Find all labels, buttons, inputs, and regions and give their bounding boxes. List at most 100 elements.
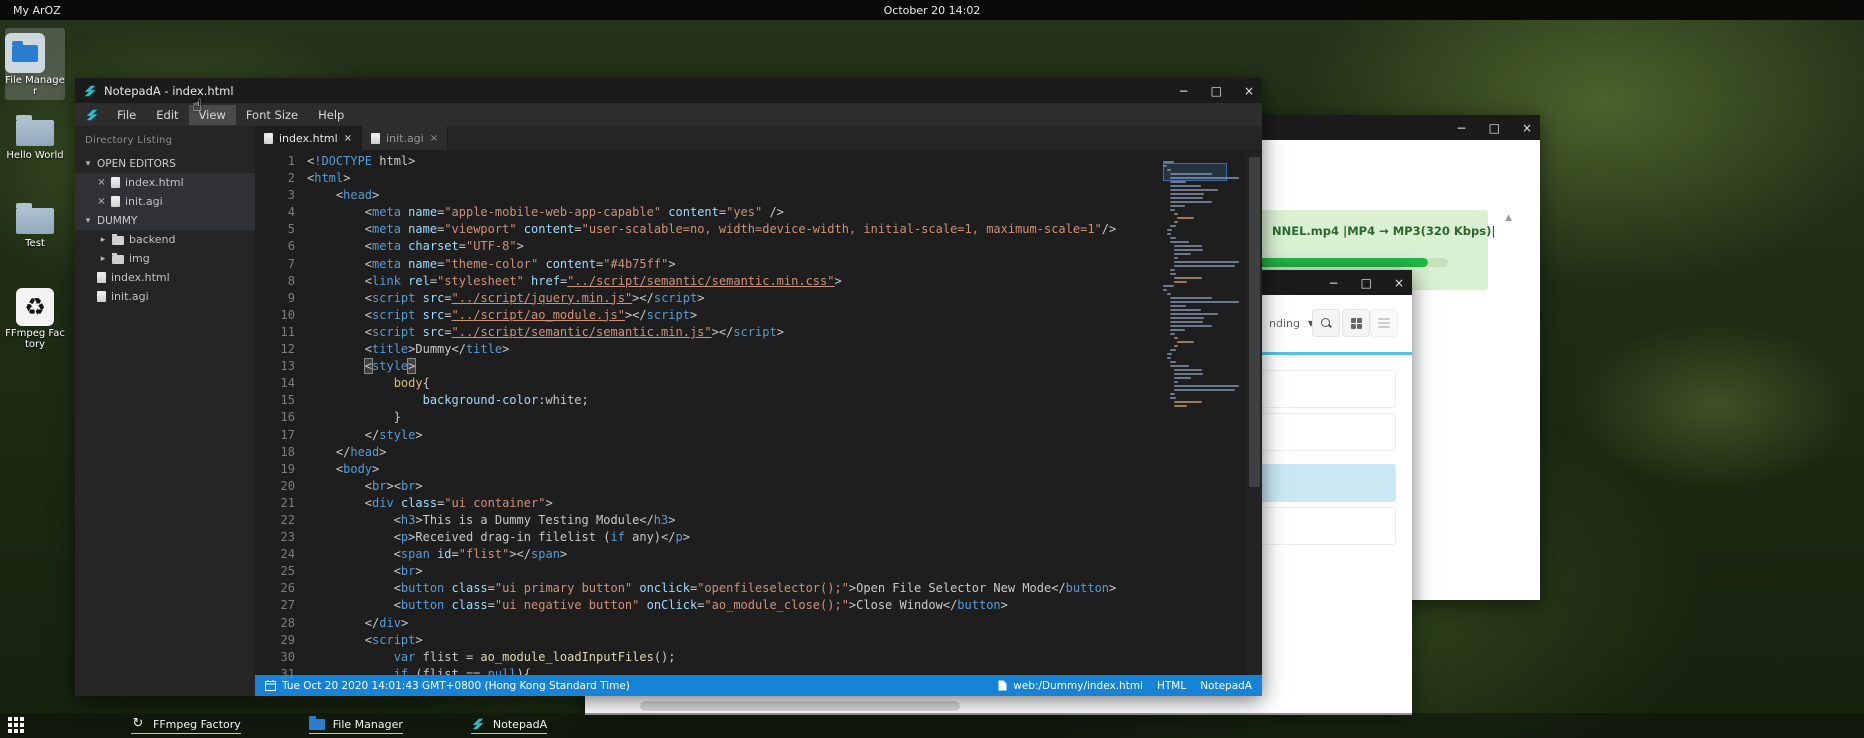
status-filepath[interactable]: web:/Dummy/index.html bbox=[1013, 680, 1143, 692]
close-icon[interactable]: × bbox=[344, 133, 352, 144]
code-line[interactable]: </div> bbox=[307, 615, 1161, 632]
menu-file[interactable]: File bbox=[107, 105, 146, 125]
code-line[interactable]: </head> bbox=[307, 444, 1161, 461]
code-line[interactable]: </style> bbox=[307, 427, 1161, 444]
close-icon[interactable]: × bbox=[430, 133, 438, 144]
sidebar-item-init-agi[interactable]: ×init.agi bbox=[75, 192, 255, 211]
code-line[interactable]: <style> bbox=[307, 358, 1161, 375]
sort-dropdown[interactable]: nding bbox=[1269, 317, 1300, 330]
minimap-line bbox=[1170, 333, 1175, 335]
minimap-line bbox=[1170, 365, 1189, 367]
minimap-line bbox=[1170, 197, 1203, 199]
notepada-titlebar[interactable]: NotepadA - index.html − □ × bbox=[75, 78, 1262, 103]
folder-icon bbox=[112, 236, 124, 245]
maximize-button[interactable]: □ bbox=[1211, 85, 1222, 97]
maximize-button[interactable]: □ bbox=[1361, 277, 1372, 289]
code-line[interactable]: <meta name="apple-mobile-web-app-capable… bbox=[307, 204, 1161, 221]
code-line[interactable]: <div class="ui container"> bbox=[307, 495, 1161, 512]
taskbar-item-ffmpeg-factory[interactable]: ↻FFmpeg Factory bbox=[131, 717, 241, 734]
status-language[interactable]: HTML bbox=[1157, 680, 1186, 692]
taskbar-item-file-manager[interactable]: File Manager bbox=[309, 717, 403, 734]
code-line[interactable]: if (flist == null){ bbox=[307, 666, 1161, 675]
code-line[interactable]: <script> bbox=[307, 632, 1161, 649]
code-line[interactable]: <meta name="viewport" content="user-scal… bbox=[307, 221, 1161, 238]
code-line[interactable]: <script src="../script/semantic/semantic… bbox=[307, 324, 1161, 341]
sidebar-item-index-html[interactable]: ×index.html bbox=[75, 173, 255, 192]
minimize-button[interactable]: − bbox=[1179, 85, 1189, 97]
minimap-line bbox=[1174, 249, 1204, 251]
code-line[interactable]: <button class="ui primary button" onclic… bbox=[307, 580, 1161, 597]
scrollbar-thumb[interactable] bbox=[1249, 157, 1260, 487]
desktop-icon-label: FFmpeg Factory bbox=[5, 328, 65, 350]
taskbar-item-notepada[interactable]: NotepadA bbox=[471, 717, 547, 734]
code-line[interactable]: <span id="flist"></span> bbox=[307, 546, 1161, 563]
chevron-down-icon[interactable]: ▾ bbox=[84, 159, 92, 169]
tab-init-agi[interactable]: init.agi× bbox=[362, 126, 448, 150]
code-line[interactable]: var flist = ao_module_loadInputFiles(); bbox=[307, 649, 1161, 666]
status-appname[interactable]: NotepadA bbox=[1200, 680, 1252, 692]
sidebar-item-dummy[interactable]: ▾DUMMY bbox=[75, 211, 255, 230]
horizontal-scrollbar[interactable] bbox=[640, 701, 960, 711]
code-line[interactable]: <html> bbox=[307, 170, 1161, 187]
close-button[interactable]: × bbox=[1244, 85, 1254, 97]
menu-help[interactable]: Help bbox=[308, 105, 354, 125]
sidebar-item-backend[interactable]: ▸backend bbox=[75, 230, 255, 249]
code-line[interactable]: <head> bbox=[307, 187, 1161, 204]
code-line[interactable]: <meta name="theme-color" content="#4b75f… bbox=[307, 256, 1161, 273]
close-icon[interactable]: × bbox=[97, 196, 106, 207]
menu-edit[interactable]: Edit bbox=[146, 105, 188, 125]
code-line[interactable]: body{ bbox=[307, 375, 1161, 392]
code-line[interactable]: <title>Dummy</title> bbox=[307, 341, 1161, 358]
code-editor[interactable]: 1234567891011121314151617181920212223242… bbox=[255, 150, 1262, 675]
grey-folder-icon bbox=[16, 120, 54, 146]
line-number: 11 bbox=[255, 324, 295, 341]
app-launcher-icon[interactable] bbox=[8, 717, 25, 734]
maximize-button[interactable]: □ bbox=[1489, 122, 1500, 134]
sidebar-item-img[interactable]: ▸img bbox=[75, 249, 255, 268]
code-line[interactable]: <button class="ui negative button" onCli… bbox=[307, 597, 1161, 614]
desktop-icon-hello-world[interactable]: Hello World bbox=[5, 112, 65, 161]
desktop-icon-ffmpeg-factory[interactable]: ♻FFmpeg Factory bbox=[5, 283, 65, 350]
list-view-button[interactable] bbox=[1370, 309, 1398, 337]
minimize-button[interactable]: − bbox=[1457, 122, 1467, 134]
code-line[interactable]: <script src="../script/ao_module.js"></s… bbox=[307, 307, 1161, 324]
code-line[interactable]: <br> bbox=[307, 563, 1161, 580]
top-menubar: My ArOZ October 20 14:02 bbox=[0, 0, 1864, 20]
close-icon[interactable]: × bbox=[97, 177, 106, 188]
close-button[interactable]: × bbox=[1394, 277, 1404, 289]
code-line[interactable]: <link rel="stylesheet" href="../script/s… bbox=[307, 273, 1161, 290]
code-line[interactable]: <p>Received drag-in filelist (if any)</p… bbox=[307, 529, 1161, 546]
chevron-down-icon[interactable]: ▾ bbox=[84, 216, 92, 226]
chevron-right-icon[interactable]: ▸ bbox=[99, 235, 107, 245]
code-line[interactable]: } bbox=[307, 409, 1161, 426]
tab-index-html[interactable]: index.html× bbox=[255, 126, 362, 150]
code-line[interactable]: <meta charset="UTF-8"> bbox=[307, 238, 1161, 255]
grey-folder-icon bbox=[16, 208, 54, 234]
sidebar-item-index-html[interactable]: index.html bbox=[75, 268, 255, 287]
line-number: 4 bbox=[255, 204, 295, 221]
scroll-up-icon[interactable]: ▲ bbox=[1505, 213, 1512, 223]
minimap-line bbox=[1167, 229, 1172, 231]
sidebar-item-init-agi[interactable]: init.agi bbox=[75, 287, 255, 306]
desktop-icon-file-manager[interactable]: File Manager bbox=[5, 28, 65, 100]
minimap[interactable] bbox=[1161, 153, 1247, 675]
grid-view-button[interactable] bbox=[1342, 309, 1370, 337]
close-button[interactable]: × bbox=[1522, 122, 1532, 134]
code-line[interactable]: <br><br> bbox=[307, 478, 1161, 495]
chevron-right-icon[interactable]: ▸ bbox=[99, 254, 107, 264]
code-line[interactable]: <body> bbox=[307, 461, 1161, 478]
minimize-button[interactable]: − bbox=[1329, 277, 1339, 289]
code-line[interactable]: <h3>This is a Dummy Testing Module</h3> bbox=[307, 512, 1161, 529]
code-line[interactable]: <script src="../script/jquery.min.js"></… bbox=[307, 290, 1161, 307]
notepada-logo-icon bbox=[85, 108, 99, 122]
minimap-line bbox=[1170, 201, 1212, 203]
code-line[interactable]: <!DOCTYPE html> bbox=[307, 153, 1161, 170]
sidebar-item-open-editors[interactable]: ▾OPEN EDITORS bbox=[75, 154, 255, 173]
code-line[interactable]: background-color:white; bbox=[307, 392, 1161, 409]
search-button[interactable] bbox=[1312, 309, 1340, 337]
code-text[interactable]: <!DOCTYPE html><html> <head> <meta name=… bbox=[307, 153, 1161, 675]
vertical-scrollbar[interactable] bbox=[1247, 153, 1262, 675]
notepada-window[interactable]: NotepadA - index.html − □ × FileEditView… bbox=[75, 78, 1262, 696]
menu-font-size[interactable]: Font Size bbox=[236, 105, 308, 125]
desktop-icon-test[interactable]: Test bbox=[5, 200, 65, 249]
